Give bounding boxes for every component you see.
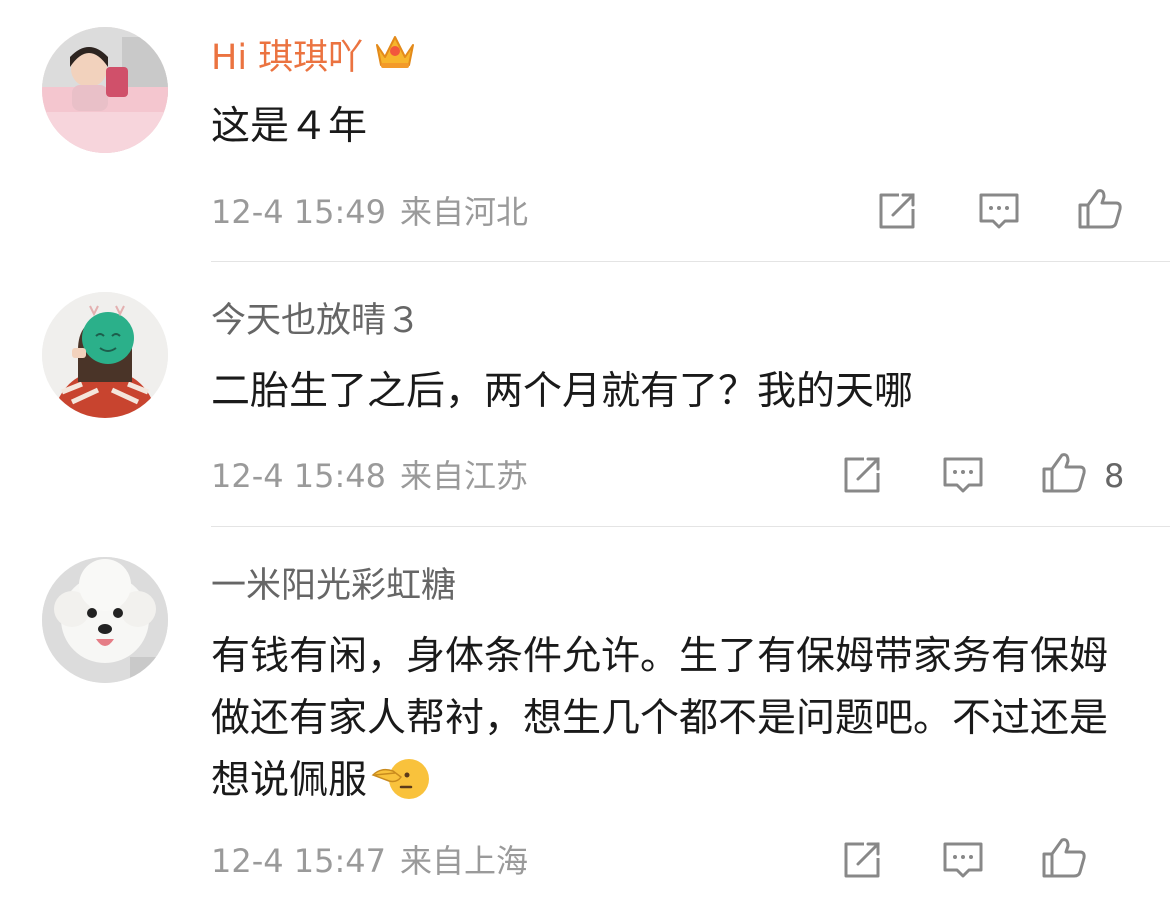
avatar[interactable] [42,557,168,683]
comment-meta: 12-4 15:47 来自上海 [211,841,528,881]
username-label[interactable]: Hi 琪琪吖 [211,38,363,78]
like-button[interactable] [1040,834,1088,882]
username[interactable]: Hi 琪琪吖 [211,35,417,82]
comment-time: 12-4 15:47 [211,842,387,880]
share-button[interactable] [838,836,886,884]
thumbs-up-icon [1042,838,1086,878]
avatar[interactable] [42,292,168,418]
comment-item: 一米阳光彩虹糖 有钱有闲，身体条件允许。生了有保姆带家务有保姆做还有家人帮衬，想… [0,528,1170,899]
avatar[interactable] [42,27,168,153]
share-icon [844,842,880,878]
share-icon [844,457,880,493]
thumbs-up-icon [1078,189,1122,229]
comment-button[interactable] [975,187,1023,235]
share-button[interactable] [838,451,886,499]
comment-meta: 12-4 15:49 来自河北 [211,192,528,232]
comment-text: 二胎生了之后，两个月就有了？我的天哪 [211,369,914,414]
comment-location: 来自河北 [400,193,529,231]
like-count: 8 [1104,457,1125,495]
comment-time: 12-4 15:48 [211,457,387,495]
username[interactable]: 今天也放晴３ [211,299,421,343]
comment-button[interactable] [939,451,987,499]
like-button[interactable] [1040,449,1088,497]
crown-icon [373,31,417,82]
divider [211,526,1170,527]
thumbs-up-icon [1042,453,1086,493]
comment-meta: 12-4 15:48 来自江苏 [211,456,528,496]
comment-item: 今天也放晴３ 二胎生了之后，两个月就有了？我的天哪 12-4 15:48 来自江苏… [0,263,1170,527]
comment-location: 来自江苏 [400,457,529,495]
comment-location: 来自上海 [400,842,529,880]
username[interactable]: 一米阳光彩虹糖 [211,564,456,608]
divider [211,261,1170,262]
comment-text: 这是４年 [211,104,368,149]
comment-icon [943,842,983,878]
comment-time: 12-4 15:49 [211,193,387,231]
point-emoji-icon [371,755,430,822]
comment-icon [943,457,983,493]
comment-text: 有钱有闲，身体条件允许。生了有保姆带家务有保姆做还有家人帮衬，想生几个都不是问题… [211,626,1111,822]
share-button[interactable] [873,187,921,235]
comment-icon [979,193,1019,229]
comment-text-content: 有钱有闲，身体条件允许。生了有保姆带家务有保姆做还有家人帮衬，想生几个都不是问题… [211,634,1109,803]
comment-button[interactable] [939,836,987,884]
share-icon [879,193,915,229]
comment-item: Hi 琪琪吖 这是４年 12-4 15:49 来自河北 [0,0,1170,262]
like-button[interactable] [1076,185,1124,233]
